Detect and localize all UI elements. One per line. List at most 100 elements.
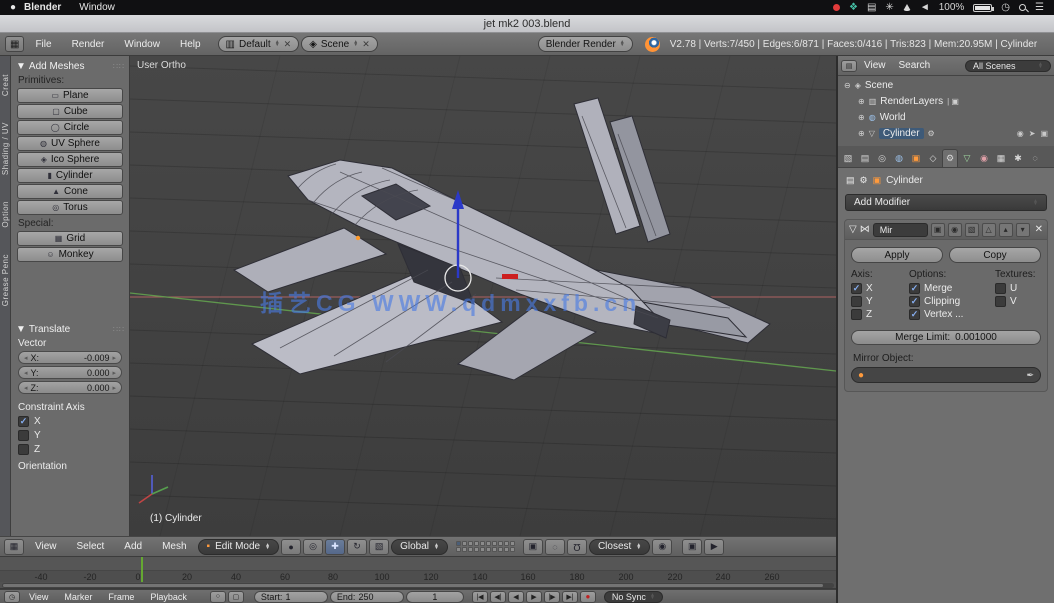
asterisk-icon[interactable]: ✳ bbox=[885, 2, 893, 13]
menu-help[interactable]: Help bbox=[171, 39, 210, 50]
snap-peel-button[interactable]: ◉ bbox=[652, 539, 672, 555]
stats-app-icon[interactable]: ❖ bbox=[849, 2, 858, 13]
timeline-ruler[interactable]: -40 -20 0 20 40 60 80 100 120 140 160 18… bbox=[0, 570, 836, 582]
menu-add[interactable]: Add bbox=[115, 541, 151, 552]
close-icon[interactable]: ✕ bbox=[362, 39, 370, 50]
decrement-icon[interactable]: ◂ bbox=[24, 369, 28, 377]
increment-icon[interactable]: ▸ bbox=[112, 354, 116, 362]
add-cube-button[interactable]: ▢Cube bbox=[17, 104, 123, 119]
outliner-row-scene[interactable]: ⊖ ◈ Scene bbox=[838, 77, 1054, 93]
mirror-object-field[interactable]: ● ✒ bbox=[851, 367, 1041, 383]
tab-options[interactable]: Option bbox=[1, 201, 10, 228]
record-indicator-icon[interactable] bbox=[833, 4, 840, 11]
delete-modifier-button[interactable]: ✕ bbox=[1035, 224, 1043, 235]
panel-collapse-icon[interactable]: ▼ bbox=[16, 324, 26, 335]
tab-constraints[interactable]: ◇ bbox=[925, 149, 941, 167]
tab-grease-pencil[interactable]: Grease Penc bbox=[1, 254, 10, 306]
editor-type-button[interactable]: ▤ bbox=[841, 60, 857, 72]
add-cone-button[interactable]: ▲Cone bbox=[17, 184, 123, 199]
lock-range-button[interactable]: ▢ bbox=[228, 591, 244, 603]
close-icon[interactable]: ✕ bbox=[284, 39, 292, 50]
timeline-scrollbar[interactable] bbox=[2, 583, 834, 588]
add-torus-button[interactable]: ◎Torus bbox=[17, 200, 123, 215]
add-cylinder-button[interactable]: ▮Cylinder bbox=[17, 168, 123, 183]
menu-mesh[interactable]: Mesh bbox=[153, 541, 195, 552]
snap-target-selector[interactable]: Closest ▲▼ bbox=[589, 539, 650, 555]
scrollbar-thumb[interactable] bbox=[3, 584, 823, 587]
tab-texture[interactable]: ▦ bbox=[993, 149, 1009, 167]
editor-type-button[interactable]: ◷ bbox=[4, 591, 20, 603]
vertex-groups-checkbox[interactable]: ✓ Vertex ... bbox=[909, 309, 995, 320]
tab-scene[interactable]: ◎ bbox=[874, 149, 890, 167]
add-ico-sphere-button[interactable]: ◈Ico Sphere bbox=[17, 152, 123, 167]
use-preview-range-button[interactable]: ○ bbox=[210, 591, 226, 603]
move-down-button[interactable]: ▾ bbox=[1016, 223, 1030, 237]
menu-marker[interactable]: Marker bbox=[57, 592, 99, 602]
editor-type-button[interactable]: ▦ bbox=[4, 539, 24, 555]
eyedropper-icon[interactable]: ✒ bbox=[1026, 370, 1034, 381]
jump-keyframe-forward-button[interactable]: |▶ bbox=[544, 591, 560, 603]
add-uv-sphere-button[interactable]: ◍UV Sphere bbox=[17, 136, 123, 151]
mode-selector[interactable]: ▪ Edit Mode ▲▼ bbox=[198, 539, 280, 555]
jump-to-end-button[interactable]: ▶| bbox=[562, 591, 578, 603]
tab-render-layers[interactable]: ▤ bbox=[857, 149, 873, 167]
sync-mode-selector[interactable]: No Sync ▲▼ bbox=[604, 591, 663, 603]
add-monkey-button[interactable]: ☺Monkey bbox=[17, 247, 123, 262]
modifier-name-field[interactable]: Mir bbox=[873, 223, 928, 237]
manipulator-scale-button[interactable]: ▧ bbox=[369, 539, 389, 555]
menu-playback[interactable]: Playback bbox=[143, 592, 194, 602]
vector-y-field[interactable]: ◂ Y: 0.000 ▸ bbox=[18, 366, 122, 379]
menu-frame[interactable]: Frame bbox=[101, 592, 141, 602]
opengl-render-image-button[interactable]: ▣ bbox=[682, 539, 702, 555]
current-frame-indicator[interactable] bbox=[141, 557, 143, 582]
current-frame-field[interactable]: 1 bbox=[406, 591, 464, 603]
menu-select[interactable]: Select bbox=[68, 541, 114, 552]
tab-object[interactable]: ▣ bbox=[908, 149, 924, 167]
viewport-shading-selector[interactable]: ● bbox=[281, 539, 301, 555]
viewport-3d[interactable]: User Ortho (1) Cylinder 插艺CG WWW.qdmxxfb… bbox=[130, 56, 836, 536]
constraint-x-checkbox[interactable]: ✓ X bbox=[18, 416, 122, 427]
proportional-edit-selector[interactable]: ◌ bbox=[545, 539, 565, 555]
keyboard-icon[interactable]: ▤ bbox=[867, 2, 876, 13]
menu-view[interactable]: View bbox=[26, 541, 66, 552]
tab-render[interactable]: ▧ bbox=[840, 149, 856, 167]
add-modifier-dropdown[interactable]: Add Modifier ▲▼ bbox=[845, 194, 1047, 211]
snap-toggle-button[interactable]: Ω bbox=[567, 539, 587, 555]
render-engine-selector[interactable]: Blender Render ▲▼ bbox=[538, 36, 633, 52]
tab-modifiers[interactable]: ⚙ bbox=[942, 149, 958, 167]
decrement-icon[interactable]: ◂ bbox=[24, 354, 28, 362]
timeline-track[interactable] bbox=[0, 557, 836, 570]
renderability-camera-icon[interactable]: ▣ bbox=[1040, 129, 1048, 138]
layers-widget[interactable] bbox=[456, 541, 515, 552]
toggle-cage-icon[interactable]: △ bbox=[982, 223, 996, 237]
tab-object-data[interactable]: ▽ bbox=[959, 149, 975, 167]
menu-file[interactable]: File bbox=[26, 39, 60, 50]
play-reverse-button[interactable]: ◀ bbox=[508, 591, 524, 603]
manipulator-translate-button[interactable]: ✚ bbox=[325, 539, 345, 555]
merge-checkbox[interactable]: ✓ Merge bbox=[909, 283, 995, 294]
tab-particles[interactable]: ✱ bbox=[1010, 149, 1026, 167]
outliner-row-world[interactable]: ⊕ ◍ World bbox=[838, 109, 1054, 125]
constraint-z-checkbox[interactable]: ✓ Z bbox=[18, 444, 122, 455]
tab-material[interactable]: ◉ bbox=[976, 149, 992, 167]
tab-world[interactable]: ◍ bbox=[891, 149, 907, 167]
outliner-display-selector[interactable]: All Scenes ▲▼ bbox=[965, 60, 1051, 72]
jump-keyframe-back-button[interactable]: ◀| bbox=[490, 591, 506, 603]
outliner-row-renderlayers[interactable]: ⊕ ▥ RenderLayers | ▣ bbox=[838, 93, 1054, 109]
menu-render[interactable]: Render bbox=[63, 39, 114, 50]
frame-end-field[interactable]: End: 250 bbox=[330, 591, 404, 603]
texture-u-checkbox[interactable]: ✓ U bbox=[995, 283, 1047, 294]
toggle-editmode-icon[interactable]: ▧ bbox=[965, 223, 979, 237]
tab-physics[interactable]: ◌ bbox=[1027, 149, 1043, 167]
panel-drag-dots-icon[interactable]: ∷∷ bbox=[113, 325, 125, 334]
mirror-axis-x-checkbox[interactable]: ✓ X bbox=[851, 283, 909, 294]
lock-to-scene-button[interactable]: ▣ bbox=[523, 539, 543, 555]
visibility-eye-icon[interactable]: ◉ bbox=[1017, 129, 1024, 138]
volume-icon[interactable]: ◄ bbox=[920, 2, 930, 13]
disclosure-icon[interactable]: ⊖ bbox=[844, 81, 851, 90]
pin-icon[interactable]: ▤ bbox=[846, 175, 855, 186]
move-up-button[interactable]: ▴ bbox=[999, 223, 1013, 237]
vector-x-field[interactable]: ◂ X: -0.009 ▸ bbox=[18, 351, 122, 364]
add-meshes-panel-header[interactable]: ▼ Add Meshes ∷∷ bbox=[16, 61, 125, 72]
record-button[interactable]: ● bbox=[580, 591, 596, 603]
